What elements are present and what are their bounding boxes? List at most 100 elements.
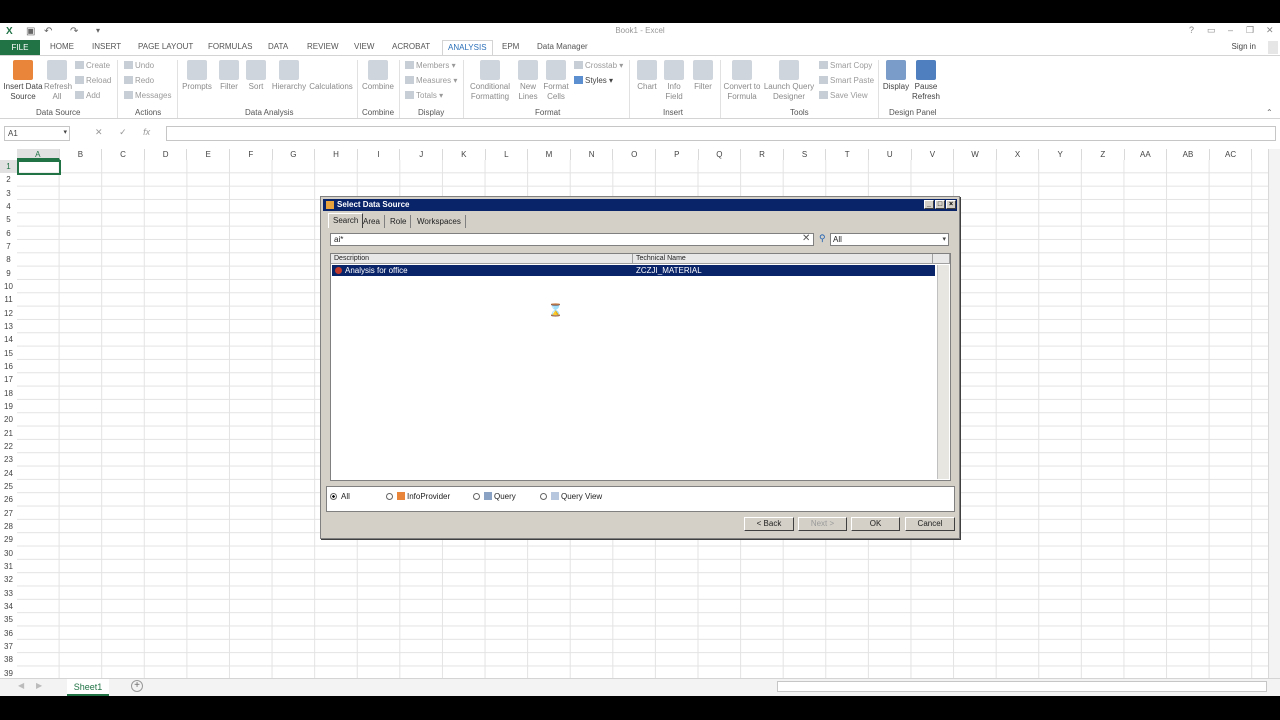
- tab-data-manager[interactable]: Data Manager: [537, 42, 588, 51]
- list-scrollbar[interactable]: [937, 265, 949, 479]
- redo-action-button[interactable]: Redo: [124, 76, 154, 85]
- clear-search-icon[interactable]: ✕: [802, 233, 810, 244]
- smart-copy-button[interactable]: Smart Copy: [819, 61, 872, 70]
- ok-button[interactable]: OK: [851, 517, 900, 531]
- convert-to-formula-button[interactable]: Convert to Formula: [722, 60, 762, 102]
- horizontal-scrollbar[interactable]: [777, 681, 1267, 692]
- insert-data-source-button[interactable]: Insert Data Source: [3, 60, 43, 102]
- help-button[interactable]: ?: [1189, 25, 1194, 35]
- add-sheet-button[interactable]: +: [131, 680, 143, 692]
- column-header[interactable]: K: [443, 149, 486, 160]
- column-header[interactable]: F: [230, 149, 273, 160]
- tab-home[interactable]: HOME: [50, 42, 74, 51]
- column-header[interactable]: U: [869, 149, 912, 160]
- measures-button[interactable]: Measures ▾: [405, 76, 457, 85]
- row-header[interactable]: 12: [0, 307, 17, 320]
- column-header[interactable]: X: [996, 149, 1040, 160]
- search-scope-select[interactable]: All ▾: [830, 233, 949, 246]
- column-header[interactable]: I: [357, 149, 401, 160]
- data-source-list[interactable]: Description Technical Name Analysis for …: [330, 253, 951, 481]
- tab-view[interactable]: VIEW: [354, 42, 374, 51]
- column-header[interactable]: W: [954, 149, 997, 160]
- ribbon-display-icon[interactable]: ▭: [1207, 25, 1216, 36]
- pause-refresh-button[interactable]: Pause Refresh: [911, 60, 941, 102]
- row-header[interactable]: 25: [0, 480, 17, 493]
- radio-infoprovider[interactable]: InfoProvider: [386, 492, 450, 501]
- sort-button[interactable]: Sort: [244, 60, 268, 92]
- tab-file[interactable]: FILE: [0, 40, 40, 55]
- tab-insert[interactable]: INSERT: [92, 42, 121, 51]
- column-header[interactable]: S: [783, 149, 827, 160]
- smart-paste-button[interactable]: Smart Paste: [819, 76, 874, 85]
- active-cell[interactable]: [17, 160, 61, 175]
- row-header[interactable]: 11: [0, 293, 17, 306]
- column-header[interactable]: J: [400, 149, 443, 160]
- row-header[interactable]: 13: [0, 320, 17, 333]
- row-header[interactable]: 24: [0, 467, 17, 480]
- column-header[interactable]: H: [315, 149, 358, 160]
- column-header[interactable]: AC: [1209, 149, 1253, 160]
- chart-button[interactable]: Chart: [634, 60, 660, 92]
- collapse-ribbon-icon[interactable]: ⌃: [1266, 108, 1273, 117]
- column-header[interactable]: A: [17, 149, 60, 160]
- column-header[interactable]: D: [144, 149, 188, 160]
- new-lines-button[interactable]: New Lines: [515, 60, 541, 102]
- fx-icon[interactable]: fx: [143, 127, 150, 137]
- row-header[interactable]: 8: [0, 253, 17, 266]
- column-header[interactable]: L: [485, 149, 529, 160]
- vertical-scrollbar[interactable]: [1268, 149, 1280, 680]
- add-button[interactable]: Add: [75, 91, 100, 100]
- sheet-tab-sheet1[interactable]: Sheet1: [67, 679, 109, 696]
- radio-all[interactable]: All: [330, 492, 350, 501]
- row-header[interactable]: 9: [0, 267, 17, 280]
- create-button[interactable]: Create: [75, 61, 110, 70]
- row-header[interactable]: 3: [0, 187, 17, 200]
- column-header[interactable]: G: [272, 149, 316, 160]
- crosstab-button[interactable]: Crosstab ▾: [574, 61, 623, 70]
- close-button[interactable]: ✕: [1266, 25, 1274, 36]
- refresh-all-button[interactable]: Refresh All: [44, 60, 72, 102]
- tab-area[interactable]: Area: [359, 215, 385, 228]
- next-button[interactable]: Next >: [798, 517, 847, 531]
- column-header[interactable]: N: [570, 149, 614, 160]
- conditional-formatting-button[interactable]: Conditional Formatting: [467, 60, 513, 102]
- column-header[interactable]: Z: [1082, 149, 1125, 160]
- minimize-icon[interactable]: _: [924, 200, 934, 209]
- insert-filter-button[interactable]: Filter: [690, 60, 716, 92]
- reload-button[interactable]: Reload: [75, 76, 111, 85]
- launch-query-designer-button[interactable]: Launch Query Designer: [763, 60, 815, 102]
- column-header[interactable]: AB: [1167, 149, 1210, 160]
- filter-button[interactable]: Filter: [216, 60, 242, 92]
- column-header[interactable]: V: [911, 149, 955, 160]
- combine-button[interactable]: Combine: [361, 60, 395, 92]
- calculations-button[interactable]: Calculations: [309, 60, 353, 92]
- row-header[interactable]: 7: [0, 240, 17, 253]
- members-button[interactable]: Members ▾: [405, 61, 456, 70]
- totals-button[interactable]: Totals ▾: [405, 91, 443, 100]
- chevron-down-icon[interactable]: ▾: [942, 235, 946, 243]
- row-header[interactable]: 16: [0, 360, 17, 373]
- row-header[interactable]: 21: [0, 427, 17, 440]
- cancel-icon[interactable]: ✕: [95, 127, 103, 137]
- row-header[interactable]: 20: [0, 413, 17, 426]
- save-view-button[interactable]: Save View: [819, 91, 868, 100]
- name-box[interactable]: A1 ▾: [4, 126, 70, 141]
- format-cells-button[interactable]: Format Cells: [542, 60, 570, 102]
- row-header[interactable]: 36: [0, 627, 17, 640]
- row-header[interactable]: 4: [0, 200, 17, 213]
- row-header[interactable]: 33: [0, 587, 17, 600]
- enter-icon[interactable]: ✓: [119, 127, 127, 137]
- minimize-button[interactable]: –: [1228, 25, 1233, 35]
- row-header[interactable]: 38: [0, 653, 17, 666]
- cancel-button[interactable]: Cancel: [905, 517, 955, 531]
- hierarchy-button[interactable]: Hierarchy: [271, 60, 307, 92]
- column-header[interactable]: T: [826, 149, 869, 160]
- row-header[interactable]: 29: [0, 533, 17, 546]
- row-header[interactable]: 26: [0, 493, 17, 506]
- messages-button[interactable]: Messages: [124, 91, 171, 100]
- row-header[interactable]: 6: [0, 227, 17, 240]
- tab-review[interactable]: REVIEW: [307, 42, 339, 51]
- row-header[interactable]: 30: [0, 547, 17, 560]
- tab-workspaces[interactable]: Workspaces: [413, 215, 466, 228]
- row-header[interactable]: 17: [0, 373, 17, 386]
